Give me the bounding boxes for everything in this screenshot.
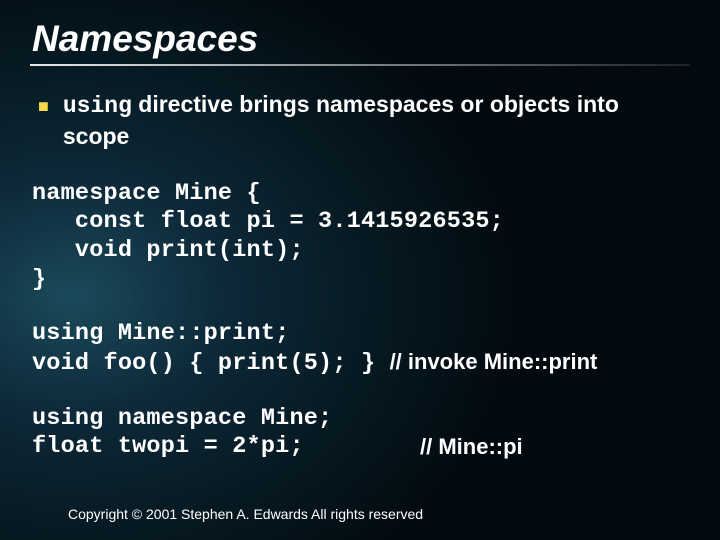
bullet-square-icon: ■ [38,95,49,118]
comment-invoke: // invoke Mine::print [390,349,598,375]
code-block-namespace: namespace Mine { const float pi = 3.1415… [32,180,690,295]
slide-container: Namespaces ■ using directive brings name… [0,0,720,540]
code-block-using-namespace: using namespace Mine; float twopi = 2*pi… [32,405,690,462]
comment-mine-pi: // Mine::pi [420,434,523,460]
bullet-rest: directive brings namespaces or objects i… [63,91,619,149]
bullet-item: ■ using directive brings namespaces or o… [38,90,690,152]
bullet-text: using directive brings namespaces or obj… [63,90,690,152]
code-block-using-print: using Mine::print; void foo() { print(5)… [32,320,690,378]
slide-title: Namespaces [32,18,690,60]
code-lines-twopi: using namespace Mine; float twopi = 2*pi… [32,405,412,462]
bullet-code-word: using [63,93,132,119]
title-underline [30,64,690,66]
code-line-using-print: using Mine::print; [32,320,690,349]
code-line-foo: void foo() { print(5); } [32,350,390,379]
copyright-text: Copyright © 2001 Stephen A. Edwards All … [68,506,423,522]
